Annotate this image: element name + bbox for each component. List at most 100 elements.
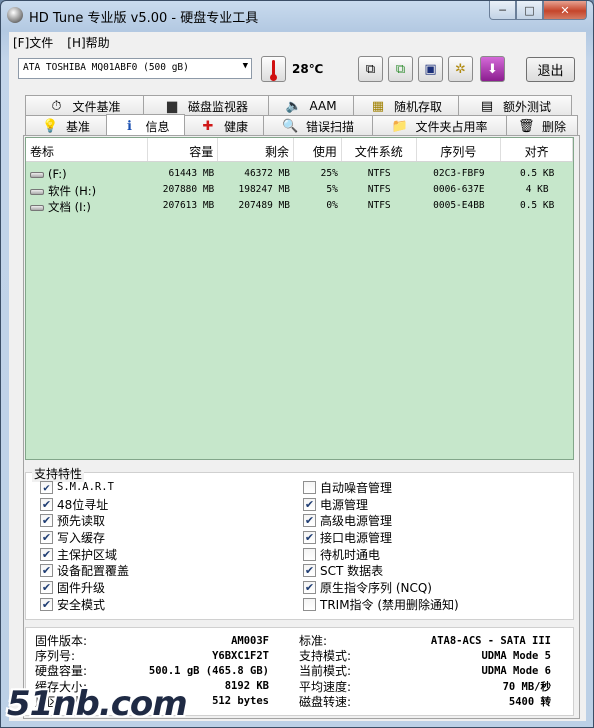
tab-file-benchmark[interactable]: ⏱ 文件基准: [25, 95, 144, 116]
disk-monitor-icon: ▆: [166, 98, 177, 114]
tab-error-scan[interactable]: 🔍 错误扫描: [263, 115, 373, 136]
detail-supported-mode: 支持模式: UDMA Mode 5: [299, 649, 551, 664]
feature-apm[interactable]: ✔ 高级电源管理: [303, 512, 459, 529]
checkbox[interactable]: [303, 547, 316, 561]
col-header-free[interactable]: 剩余: [218, 138, 294, 161]
col-header-label[interactable]: 卷标: [26, 138, 148, 161]
tab-benchmark[interactable]: 💡 基准: [25, 115, 107, 136]
checkbox[interactable]: ✔: [40, 580, 53, 594]
detail-firmware: 固件版本: AM003F: [35, 634, 269, 649]
tab-info[interactable]: ℹ 信息: [106, 114, 185, 137]
feature-puis[interactable]: 待机时通电: [303, 546, 459, 563]
feature-48bit[interactable]: ✔ 48位寻址: [40, 496, 129, 513]
checkbox[interactable]: ✔: [303, 530, 316, 544]
file-benchmark-icon: ⏱: [51, 98, 62, 114]
menu-help[interactable]: [H]帮助: [67, 34, 109, 51]
copy-text-button[interactable]: ⧉: [358, 56, 383, 82]
checkbox[interactable]: ✔: [40, 530, 53, 544]
tab-row-bottom: 💡 基准 ℹ 信息 ✚ 健康 🔍 错误扫描 📁 文件夹占用率 🗑 删除: [25, 114, 578, 137]
options-button[interactable]: ✲: [448, 56, 473, 82]
drive-icon: [30, 188, 44, 195]
caption-buttons: ─ □ ✕: [489, 1, 587, 21]
chevron-down-icon[interactable]: ▼: [243, 61, 248, 71]
tab-disk-monitor[interactable]: ▆ 磁盘监视器: [143, 95, 269, 116]
feature-sct[interactable]: ✔ SCT 数据表: [303, 562, 459, 579]
close-button[interactable]: ✕: [543, 1, 587, 20]
folder-icon: 📁: [391, 118, 408, 134]
feature-aam[interactable]: 自动噪音管理: [303, 479, 459, 496]
checkbox[interactable]: ✔: [303, 514, 316, 528]
title-bar[interactable]: HD Tune 专业版 v5.00 - 硬盘专业工具 ─ □ ✕: [1, 1, 593, 29]
menu-file[interactable]: [F]文件: [13, 34, 53, 51]
checkbox[interactable]: ✔: [303, 564, 316, 578]
col-header-used[interactable]: 使用: [294, 138, 342, 161]
feature-firmware-upgrade[interactable]: ✔ 固件升级: [40, 579, 129, 596]
features-right-column: 自动噪音管理 ✔ 电源管理 ✔ 高级电源管理 ✔ 接口电源管理 待机时通电 ✔ SCT …: [303, 479, 459, 613]
arrow-down-icon: ⬇: [487, 61, 498, 77]
checkbox[interactable]: ✔: [40, 480, 53, 494]
menu-bar: [F]文件 [H]帮助: [9, 32, 586, 52]
download-button[interactable]: ⬇: [480, 56, 505, 82]
drive-select[interactable]: ATA TOSHIBA MQ01ABF0 (500 gB) ▼: [18, 58, 252, 79]
checkbox[interactable]: ✔: [40, 547, 53, 561]
copy-screenshot-button[interactable]: ⧉: [388, 56, 413, 82]
info-panel: 卷标 容量 剩余 使用 文件系统 序列号 对齐 (F:) 61443 MB 46…: [23, 135, 580, 719]
tab-random-access[interactable]: ▦ 随机存取: [353, 95, 459, 116]
checkbox[interactable]: [303, 480, 316, 494]
detail-serial: 序列号: Y6BXC1F2T: [35, 649, 269, 664]
save-button[interactable]: ▣: [418, 56, 443, 82]
info-icon: ℹ: [127, 118, 132, 134]
tab-health[interactable]: ✚ 健康: [184, 115, 264, 136]
app-icon: [7, 7, 23, 23]
checkbox[interactable]: ✔: [303, 497, 316, 511]
tab-extra-tests[interactable]: ▤ 额外测试: [458, 95, 572, 116]
tab-erase[interactable]: 🗑 删除: [506, 115, 578, 136]
checkbox[interactable]: ✔: [303, 580, 316, 594]
table-row[interactable]: (F:) 61443 MB 46372 MB 25% NTFS 02C3-FBF…: [26, 166, 573, 182]
minimize-button[interactable]: ─: [489, 1, 516, 20]
exit-button[interactable]: 退出: [526, 57, 575, 82]
col-header-serial[interactable]: 序列号: [417, 138, 502, 161]
drive-icon: [30, 171, 44, 178]
watermark-logo: 51nb.com: [7, 684, 188, 724]
toolbar: ATA TOSHIBA MQ01ABF0 (500 gB) ▼ 28℃ ⧉ ⧉ …: [9, 52, 586, 90]
copy-icon: ⧉: [365, 61, 376, 77]
wrench-icon: ✲: [455, 61, 466, 77]
feature-hpa[interactable]: ✔ 主保护区域: [40, 546, 129, 563]
floppy-disk-icon: ▣: [424, 61, 437, 77]
feature-write-cache[interactable]: ✔ 写入缓存: [40, 529, 129, 546]
features-left-column: ✔ S.M.A.R.T ✔ 48位寻址 ✔ 预先读取 ✔ 写入缓存 ✔ 主保护区域 ✔ 设备…: [40, 479, 129, 613]
checkbox[interactable]: [303, 597, 316, 611]
features-group: 支持特性 ✔ S.M.A.R.T ✔ 48位寻址 ✔ 预先读取 ✔ 写入缓存 ✔ 主保护区…: [25, 465, 574, 620]
magnifier-icon: 🔍: [281, 118, 299, 134]
checkbox[interactable]: ✔: [40, 497, 53, 511]
feature-security-mode[interactable]: ✔ 安全模式: [40, 596, 129, 613]
tab-folder-usage[interactable]: 📁 文件夹占用率: [372, 115, 507, 136]
feature-ncq[interactable]: ✔ 原生指令序列 (NCQ): [303, 579, 459, 596]
table-row[interactable]: 软件 (H:) 207880 MB 198247 MB 5% NTFS 0006…: [26, 182, 573, 198]
checkbox[interactable]: ✔: [40, 597, 53, 611]
lightbulb-icon: 💡: [41, 118, 59, 134]
feature-dco[interactable]: ✔ 设备配置覆盖: [40, 562, 129, 579]
col-header-alignment[interactable]: 对齐: [501, 138, 573, 161]
feature-smart[interactable]: ✔ S.M.A.R.T: [40, 479, 129, 496]
speaker-icon: 🔈: [285, 98, 302, 114]
copy-screenshot-icon: ⧉: [395, 61, 406, 77]
random-access-icon: ▦: [371, 98, 385, 114]
col-header-capacity[interactable]: 容量: [148, 138, 219, 161]
checkbox[interactable]: ✔: [40, 514, 53, 528]
table-row[interactable]: 文档 (I:) 207613 MB 207489 MB 0% NTFS 0005…: [26, 198, 573, 214]
maximize-button[interactable]: □: [516, 1, 543, 20]
feature-read-lookahead[interactable]: ✔ 预先读取: [40, 512, 129, 529]
col-header-filesystem[interactable]: 文件系统: [342, 138, 417, 161]
trash-icon: 🗑: [517, 118, 535, 134]
temperature-readout: 28℃: [292, 62, 324, 76]
feature-interface-power[interactable]: ✔ 接口电源管理: [303, 529, 459, 546]
detail-rpm: 磁盘转速: 5400 转: [299, 694, 551, 709]
feature-trim[interactable]: TRIM指令 (禁用删除通知): [303, 596, 459, 613]
detail-standard: 标准: ATA8-ACS - SATA III: [299, 634, 551, 649]
tab-aam[interactable]: 🔈 AAM: [268, 95, 354, 116]
feature-power-management[interactable]: ✔ 电源管理: [303, 496, 459, 513]
volume-list[interactable]: 卷标 容量 剩余 使用 文件系统 序列号 对齐 (F:) 61443 MB 46…: [25, 137, 574, 460]
checkbox[interactable]: ✔: [40, 564, 53, 578]
